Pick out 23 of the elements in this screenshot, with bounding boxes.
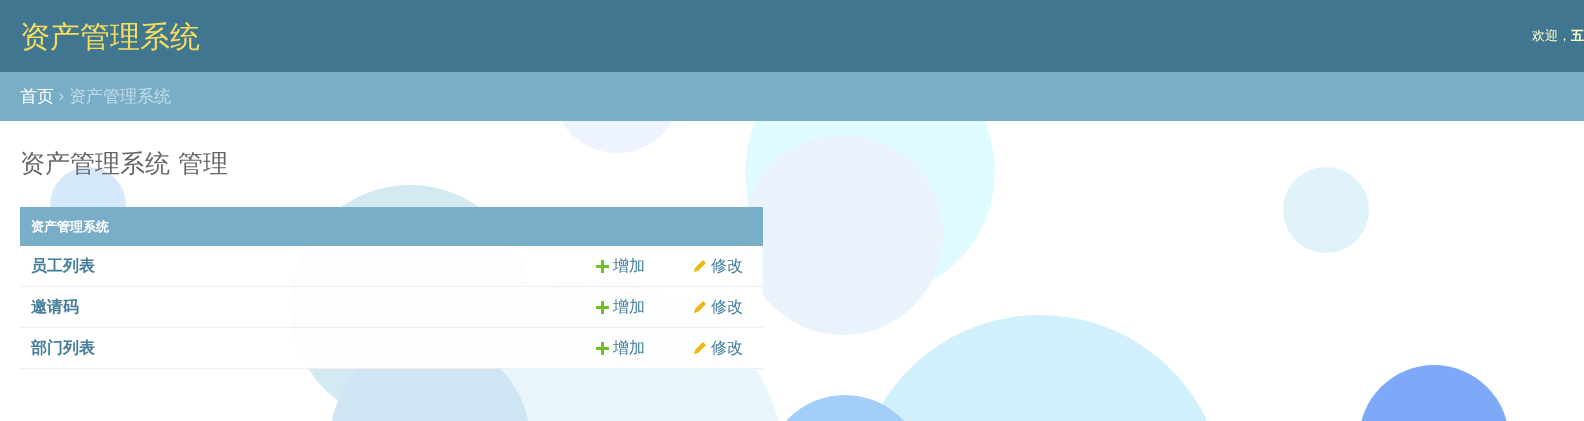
add-link[interactable]: 增加 [596, 295, 645, 319]
change-link[interactable]: 修改 [693, 254, 743, 278]
plus-icon [596, 259, 609, 273]
pencil-icon [693, 259, 707, 273]
site-title[interactable]: 资产管理系统 [20, 13, 200, 59]
model-link[interactable]: 邀请码 [31, 295, 79, 319]
module-caption: 资产管理系统 [20, 207, 763, 246]
user-name: 五 [1571, 27, 1584, 46]
welcome-text: 欢迎， [1532, 27, 1571, 46]
plus-icon [596, 300, 609, 314]
page-title: 资产管理系统 管理 [20, 149, 229, 179]
breadcrumb-current: 资产管理系统 [68, 84, 171, 108]
breadcrumb-separator: › [58, 84, 65, 108]
pencil-icon [693, 341, 707, 355]
change-link[interactable]: 修改 [693, 295, 743, 319]
change-link[interactable]: 修改 [693, 336, 743, 360]
model-link[interactable]: 员工列表 [31, 254, 95, 278]
pencil-icon [693, 300, 707, 314]
add-link[interactable]: 增加 [596, 336, 645, 360]
breadcrumb-link[interactable]: 首页 [20, 83, 54, 110]
plus-icon [596, 341, 609, 355]
add-link[interactable]: 增加 [596, 254, 645, 278]
model-link[interactable]: 部门列表 [31, 336, 95, 360]
